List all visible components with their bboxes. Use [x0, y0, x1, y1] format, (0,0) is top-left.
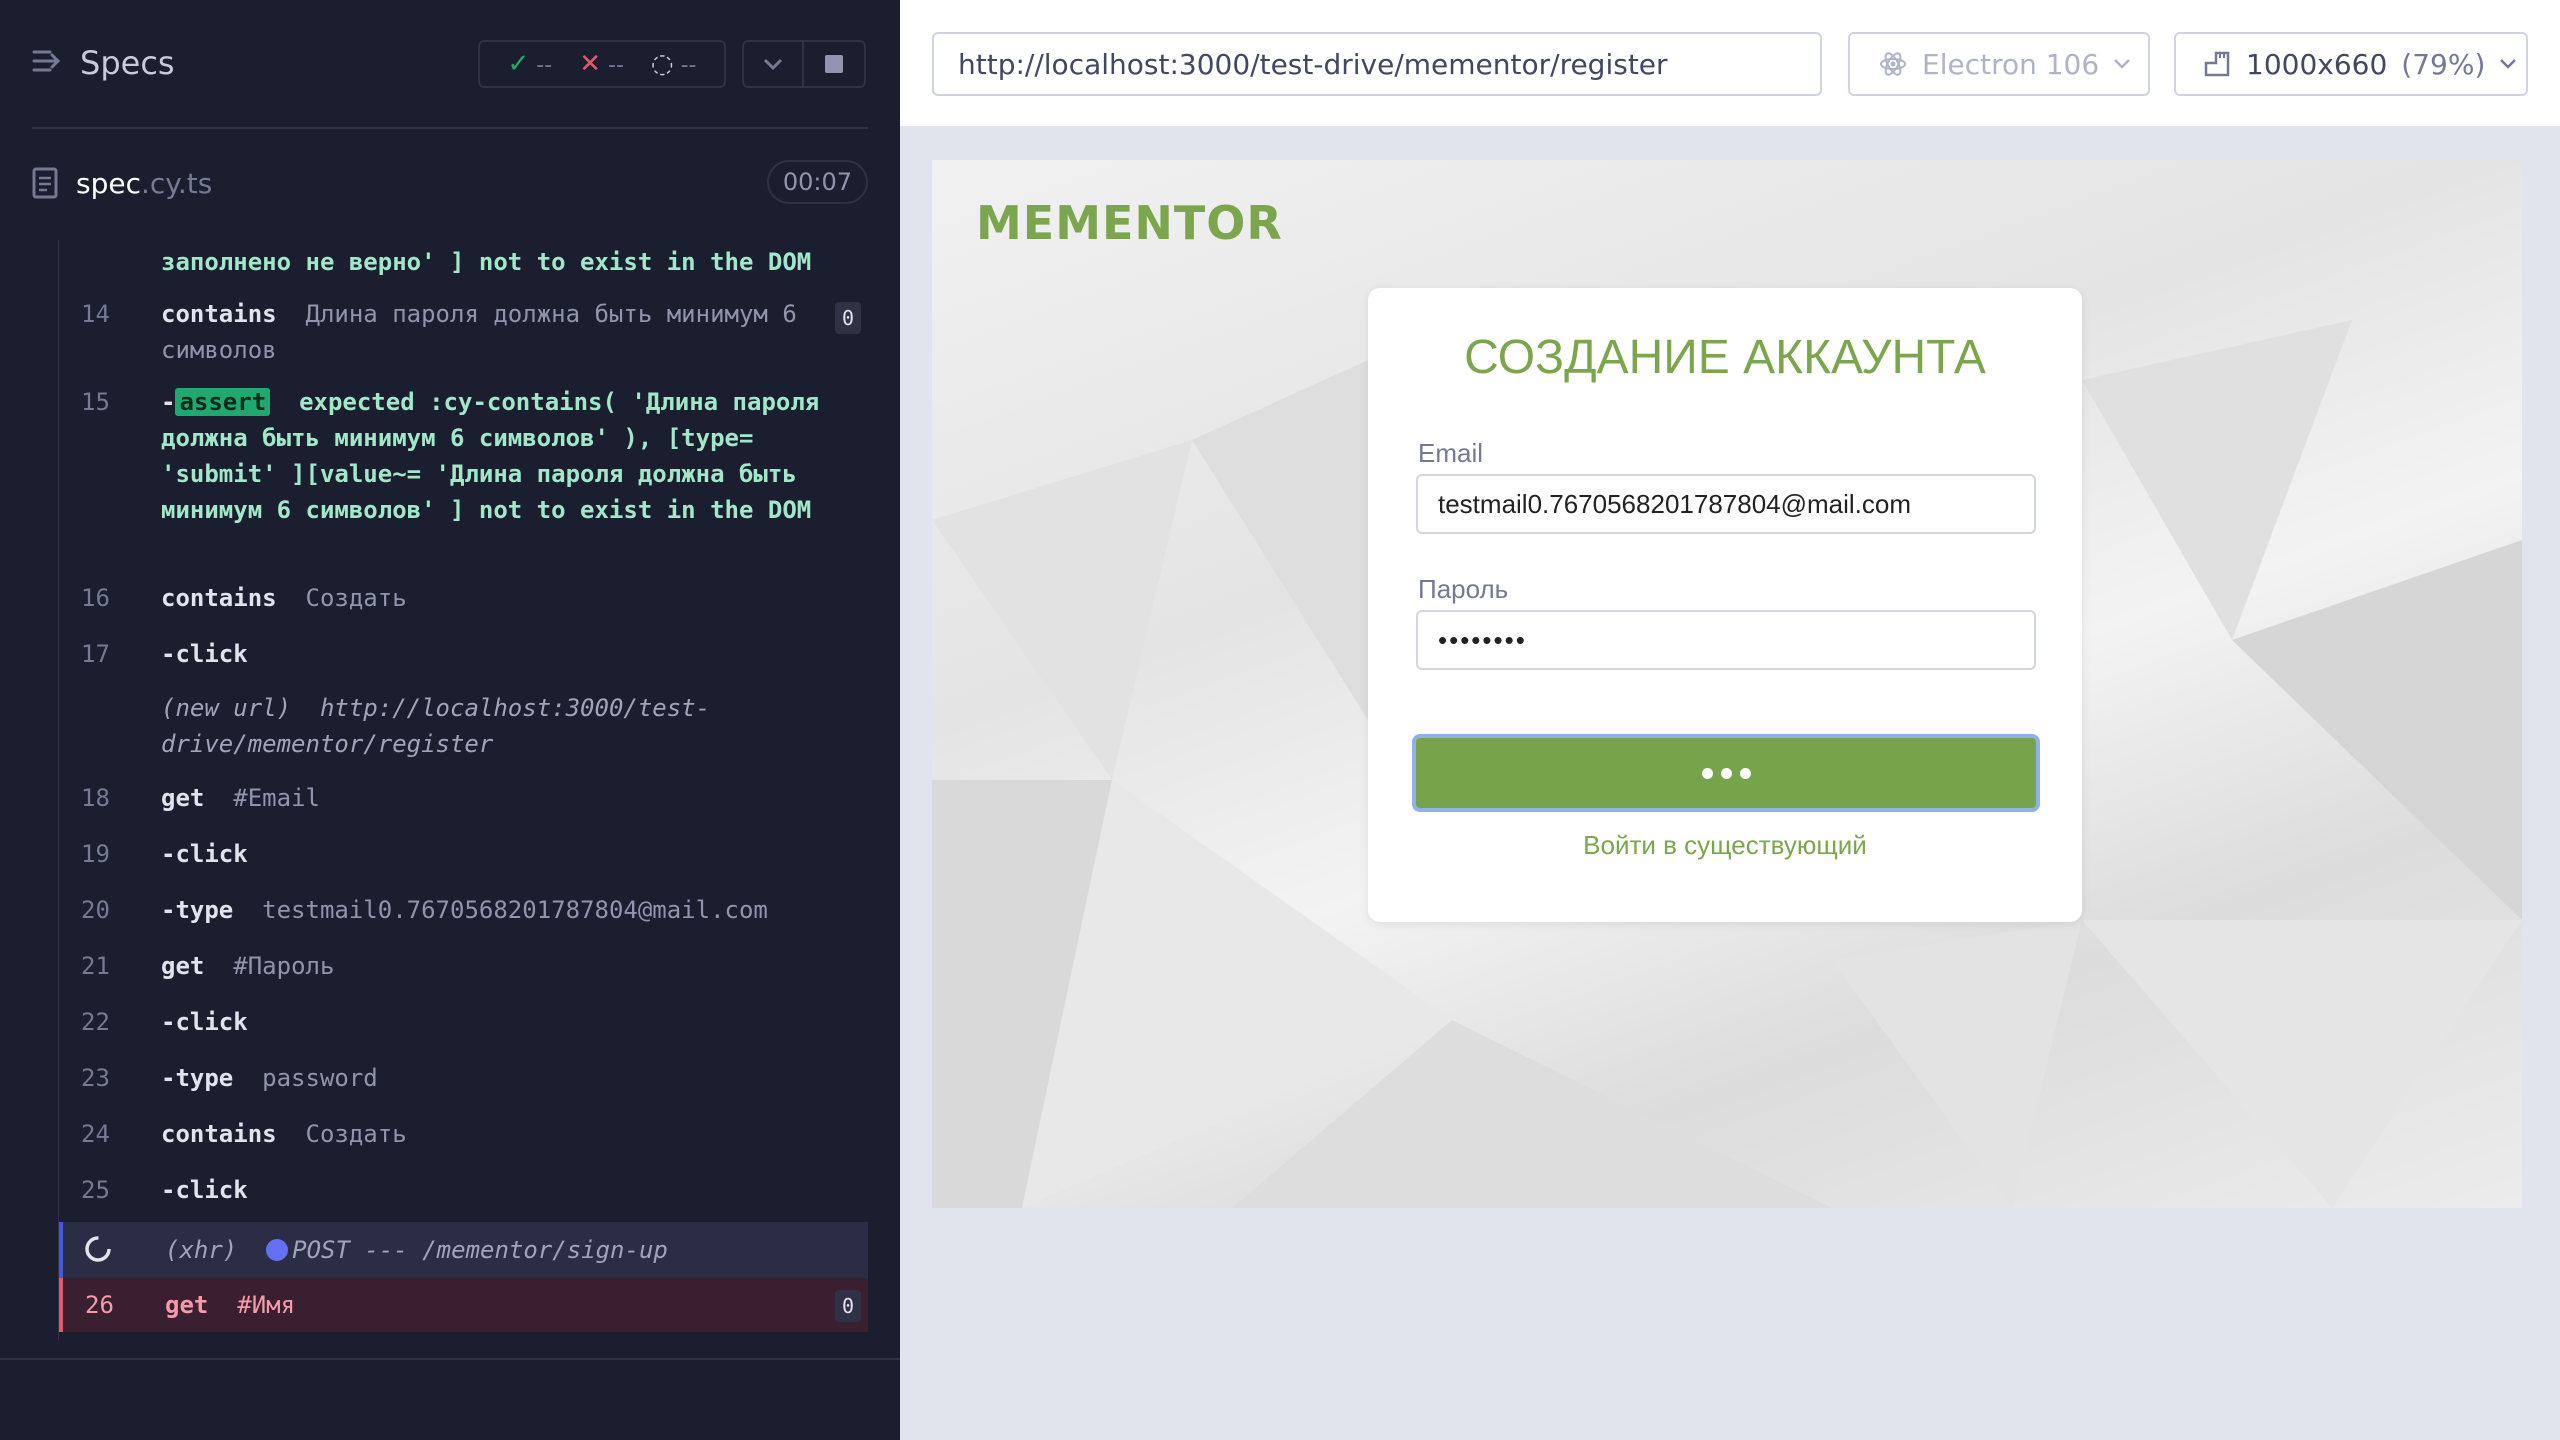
stop-button[interactable]: [802, 40, 866, 88]
app-under-test-panel: http://localhost:3000/test-drive/memento…: [900, 0, 2560, 1440]
register-card: СОЗДАНИЕ АККАУНТА Email testmail0.767056…: [1368, 288, 2082, 922]
new-url-row[interactable]: (new url) http://localhost:3000/test-dri…: [59, 690, 868, 762]
stop-icon: [825, 55, 843, 73]
file-icon: [32, 167, 58, 199]
passed-stat: ✓ --: [507, 49, 553, 79]
status-dot-icon: [266, 1239, 289, 1261]
specs-toggle[interactable]: Specs: [32, 44, 175, 82]
command-log: заполнено не верно' ] not to exist in th…: [58, 240, 868, 1340]
spec-extension: .cy.ts: [140, 166, 213, 200]
check-icon: ✓: [507, 49, 530, 79]
browser-label: Electron 106: [1922, 47, 2100, 81]
brand-logo: MEMENTOR: [976, 196, 1283, 250]
app-iframe: MEMENTOR СОЗДАНИЕ АККАУНТА Email testmai…: [932, 160, 2522, 1208]
ruler-icon: [2204, 51, 2230, 77]
url-bar[interactable]: http://localhost:3000/test-drive/memento…: [932, 32, 1822, 96]
create-account-button[interactable]: [1412, 734, 2040, 812]
chevron-down-icon: [2114, 59, 2131, 69]
login-existing-link[interactable]: Войти в существующий: [1368, 830, 2082, 861]
reporter-header: Specs ✓ -- ✕ -- ◌ --: [0, 0, 900, 130]
chevron-down-icon: [2500, 59, 2517, 69]
viewport-size: 1000x660: [2246, 47, 2388, 81]
divider: [0, 1358, 900, 1360]
divider: [32, 127, 868, 129]
electron-icon: [1880, 52, 1906, 76]
duration-timer: 00:07: [766, 160, 868, 204]
xhr-row[interactable]: (xhr) POST --- /mementor/sign-up: [59, 1222, 868, 1278]
pending-stat: ◌ --: [650, 49, 697, 79]
password-label: Пароль: [1418, 574, 1509, 604]
cypress-reporter: Specs ✓ -- ✕ -- ◌ -- spec .cy.ts 00:07 за…: [0, 0, 900, 1440]
element-count-badge: 0: [835, 1290, 861, 1322]
chevron-down-icon: [763, 58, 783, 71]
loading-dot: [1739, 767, 1751, 779]
spec-file-row: spec .cy.ts 00:07: [32, 158, 868, 208]
element-count-badge: 0: [835, 302, 861, 334]
password-field[interactable]: ••••••••: [1416, 610, 2036, 670]
aut-toolbar: http://localhost:3000/test-drive/memento…: [900, 0, 2560, 128]
zoom-level: (79%): [2401, 47, 2486, 81]
loading-dot: [1701, 767, 1713, 779]
specs-label: Specs: [80, 44, 175, 82]
loading-dot: [1720, 767, 1732, 779]
email-field[interactable]: testmail0.7670568201787804@mail.com: [1416, 474, 2036, 534]
command-row[interactable]: 14 contains Длина пароля должна быть мин…: [59, 296, 868, 368]
browser-selector[interactable]: Electron 106: [1848, 32, 2150, 96]
email-label: Email: [1418, 438, 1484, 468]
loading-spinner-icon: [83, 1234, 113, 1274]
viewport-selector[interactable]: 1000x660 (79%): [2174, 32, 2528, 96]
spec-filename: spec: [76, 166, 141, 200]
failed-stat: ✕ --: [579, 49, 624, 79]
options-dropdown-button[interactable]: [742, 40, 804, 88]
assert-row[interactable]: 15 - assert expected :cy-contains( 'Длина…: [59, 384, 868, 564]
failed-command-row[interactable]: 26 get #Имя 0: [59, 1278, 868, 1332]
page-title: СОЗДАНИЕ АККАУНТА: [1464, 331, 1986, 384]
test-stats: ✓ -- ✕ -- ◌ --: [478, 40, 726, 88]
menu-collapse-icon[interactable]: [32, 48, 62, 78]
assert-tag: assert: [175, 388, 271, 416]
spinner-icon: ◌: [650, 49, 674, 79]
cross-icon: ✕: [579, 49, 601, 79]
